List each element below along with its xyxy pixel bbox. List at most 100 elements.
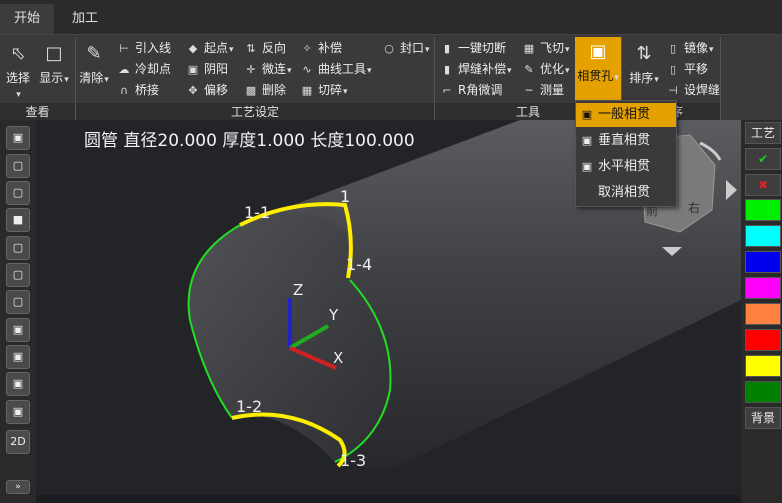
cool-point-icon: ☁ — [118, 63, 130, 76]
path-label-1-3: 1-3 — [340, 451, 366, 470]
compensate-button[interactable]: ✧ 补偿 — [300, 38, 342, 58]
view-2d-button[interactable]: 2D — [6, 430, 30, 454]
delete-button[interactable]: ▩ 删除 — [244, 80, 286, 100]
clear-button[interactable]: ✎ 清除 — [78, 39, 110, 86]
color-swatch-red[interactable] — [745, 329, 781, 351]
view-cube-icon[interactable]: ▢ — [6, 154, 30, 178]
view-iso-cube-icon[interactable]: ▣ — [6, 126, 30, 150]
lead-line-button[interactable]: ⊢ 引入线 — [117, 38, 171, 58]
check-icon[interactable]: ✔ — [745, 148, 781, 170]
path-label-1-4: 1-4 — [346, 255, 372, 274]
group-label-view: 查看 — [0, 103, 75, 121]
tab-start[interactable]: 开始 — [0, 4, 55, 34]
axis-y-label: Y — [328, 306, 339, 324]
craft-button[interactable]: 工艺 — [745, 122, 781, 144]
yin-yang-icon: ▣ — [187, 63, 199, 76]
micro-joint-button[interactable]: ✛ 微连 — [244, 59, 291, 79]
expand-chevron-icon[interactable]: » — [6, 480, 30, 494]
lead-line-icon: ⊢ — [119, 42, 129, 55]
menu-item-cancel-intersect[interactable]: 取消相贯 — [576, 181, 676, 205]
seal-circle-icon: ○ — [384, 42, 394, 55]
weld-setting-button[interactable]: ⊣ 设焊缝 — [666, 80, 720, 100]
ruler-icon: ─ — [525, 84, 533, 97]
translate-button[interactable]: ▯ 平移 — [666, 59, 708, 79]
path-label-1-1: 1-1 — [244, 203, 270, 222]
menu-item-vertical-intersect[interactable]: ▣ 垂直相贯 — [576, 129, 676, 153]
color-swatch-yellow[interactable] — [745, 355, 781, 377]
mirror-icon: ▯ — [669, 42, 677, 55]
grid-cut-icon: ▦ — [301, 84, 313, 97]
select-button[interactable]: ⬁ 选择 — [4, 39, 32, 100]
cool-point-button[interactable]: ☁ 冷却点 — [117, 59, 172, 79]
axis-x-label: X — [333, 349, 343, 367]
compensate-icon: ✧ — [302, 42, 312, 55]
reverse-button[interactable]: ⇅ 反向 — [244, 38, 286, 58]
color-swatch-darkgreen[interactable] — [745, 381, 781, 403]
offset-button[interactable]: ✥ 偏移 — [186, 80, 228, 100]
view-bottom-cube-icon[interactable]: ▣ — [6, 318, 30, 342]
group-label-process: 工艺设定 — [76, 103, 434, 121]
view-right-cube-icon[interactable]: ▢ — [6, 263, 30, 287]
tab-bar: 开始 加工 — [0, 0, 782, 34]
cut-tool-button[interactable]: ▦ 切碎 — [300, 80, 348, 100]
path-label-1-2: 1-2 — [236, 397, 262, 416]
intersect-icon: ▣ — [581, 134, 593, 147]
r-corner-icon: ⌐ — [442, 84, 452, 97]
view-left-cube-icon[interactable]: ▢ — [6, 236, 30, 260]
view-iso4-cube-icon[interactable]: ▣ — [6, 400, 30, 424]
divider — [720, 37, 721, 121]
start-point-button[interactable]: ◆ 起点 — [186, 38, 234, 58]
curve-tool-button[interactable]: ∿ 曲线工具 — [300, 59, 371, 79]
monitor-icon: □ — [45, 43, 63, 64]
tab-process[interactable]: 加工 — [58, 4, 112, 34]
broom-icon: ✎ — [86, 43, 102, 64]
view-front-cube-icon[interactable]: ▢ — [6, 181, 30, 205]
optimize-icon: ✎ — [524, 63, 534, 76]
color-swatch-cyan[interactable] — [745, 225, 781, 247]
color-swatch-orange[interactable] — [745, 303, 781, 325]
path-label-1: 1 — [340, 187, 350, 206]
curve-tool-icon: ∿ — [302, 63, 312, 76]
weld-comp-button[interactable]: ▮ 焊缝补偿 — [440, 59, 512, 79]
weld-setting-icon: ⊣ — [668, 84, 678, 97]
view-top-cube-icon[interactable]: ▢ — [6, 290, 30, 314]
color-swatch-magenta[interactable] — [745, 277, 781, 299]
sort-button[interactable]: ⇅ 排序 — [626, 39, 662, 86]
left-view-toolbar: ▣ ▢ ▢ ■ ▢ ▢ ▢ ▣ ▣ ▣ ▣ 2D » — [0, 120, 36, 503]
intersect-icon: ▣ — [581, 160, 593, 173]
reverse-arrows-icon: ⇅ — [246, 42, 256, 55]
yin-yang-button[interactable]: ▣ 阴阳 — [186, 59, 228, 79]
measure-button[interactable]: ─ 测量 — [522, 80, 564, 100]
view-iso2-cube-icon[interactable]: ▣ — [6, 345, 30, 369]
seal-button[interactable]: ○ 封口 — [382, 38, 429, 58]
translate-icon: ▯ — [669, 63, 677, 76]
intersect-hole-icon: ▣ — [589, 41, 607, 62]
optimize-button[interactable]: ✎ 优化 — [522, 59, 569, 79]
right-color-toolbar: 工艺 ✔ ✖ 背景 — [741, 120, 782, 503]
view-iso3-cube-icon[interactable]: ▣ — [6, 372, 30, 396]
weld-comp-icon: ▮ — [443, 63, 451, 76]
axis-z-label: Z — [293, 281, 303, 299]
view-back-cube-icon[interactable]: ■ — [6, 208, 30, 232]
menu-item-general-intersect[interactable]: ▣ 一般相贯 — [576, 103, 676, 127]
close-icon[interactable]: ✖ — [745, 174, 781, 196]
bridge-button[interactable]: ∩ 桥接 — [117, 80, 159, 100]
intersect-dropdown: ▣ 一般相贯 ▣ 垂直相贯 ▣ 水平相贯 取消相贯 — [575, 100, 677, 207]
r-corner-button[interactable]: ⌐ R角微调 — [440, 80, 502, 100]
trash-icon: ▩ — [245, 84, 257, 97]
fly-cut-grid-icon: ▦ — [523, 42, 535, 55]
display-button[interactable]: □ 显示 — [38, 39, 70, 86]
view-cube-right-label: 右 — [688, 200, 700, 215]
background-button[interactable]: 背景 — [745, 407, 781, 429]
bridge-icon: ∩ — [119, 84, 129, 97]
fly-cut-button[interactable]: ▦ 飞切 — [522, 38, 570, 58]
intersect-hole-button[interactable]: ▣ 相贯孔 — [575, 37, 621, 101]
one-key-cut-button[interactable]: ▮ 一键切断 — [440, 38, 506, 58]
color-swatch-green[interactable] — [745, 199, 781, 221]
select-cursor-icon: ⬁ — [10, 43, 26, 64]
mirror-button[interactable]: ▯ 镜像 — [666, 38, 714, 58]
sort-arrows-icon: ⇅ — [636, 43, 652, 64]
menu-item-horizontal-intersect[interactable]: ▣ 水平相贯 — [576, 155, 676, 179]
color-swatch-blue[interactable] — [745, 251, 781, 273]
start-point-icon: ◆ — [188, 42, 198, 55]
